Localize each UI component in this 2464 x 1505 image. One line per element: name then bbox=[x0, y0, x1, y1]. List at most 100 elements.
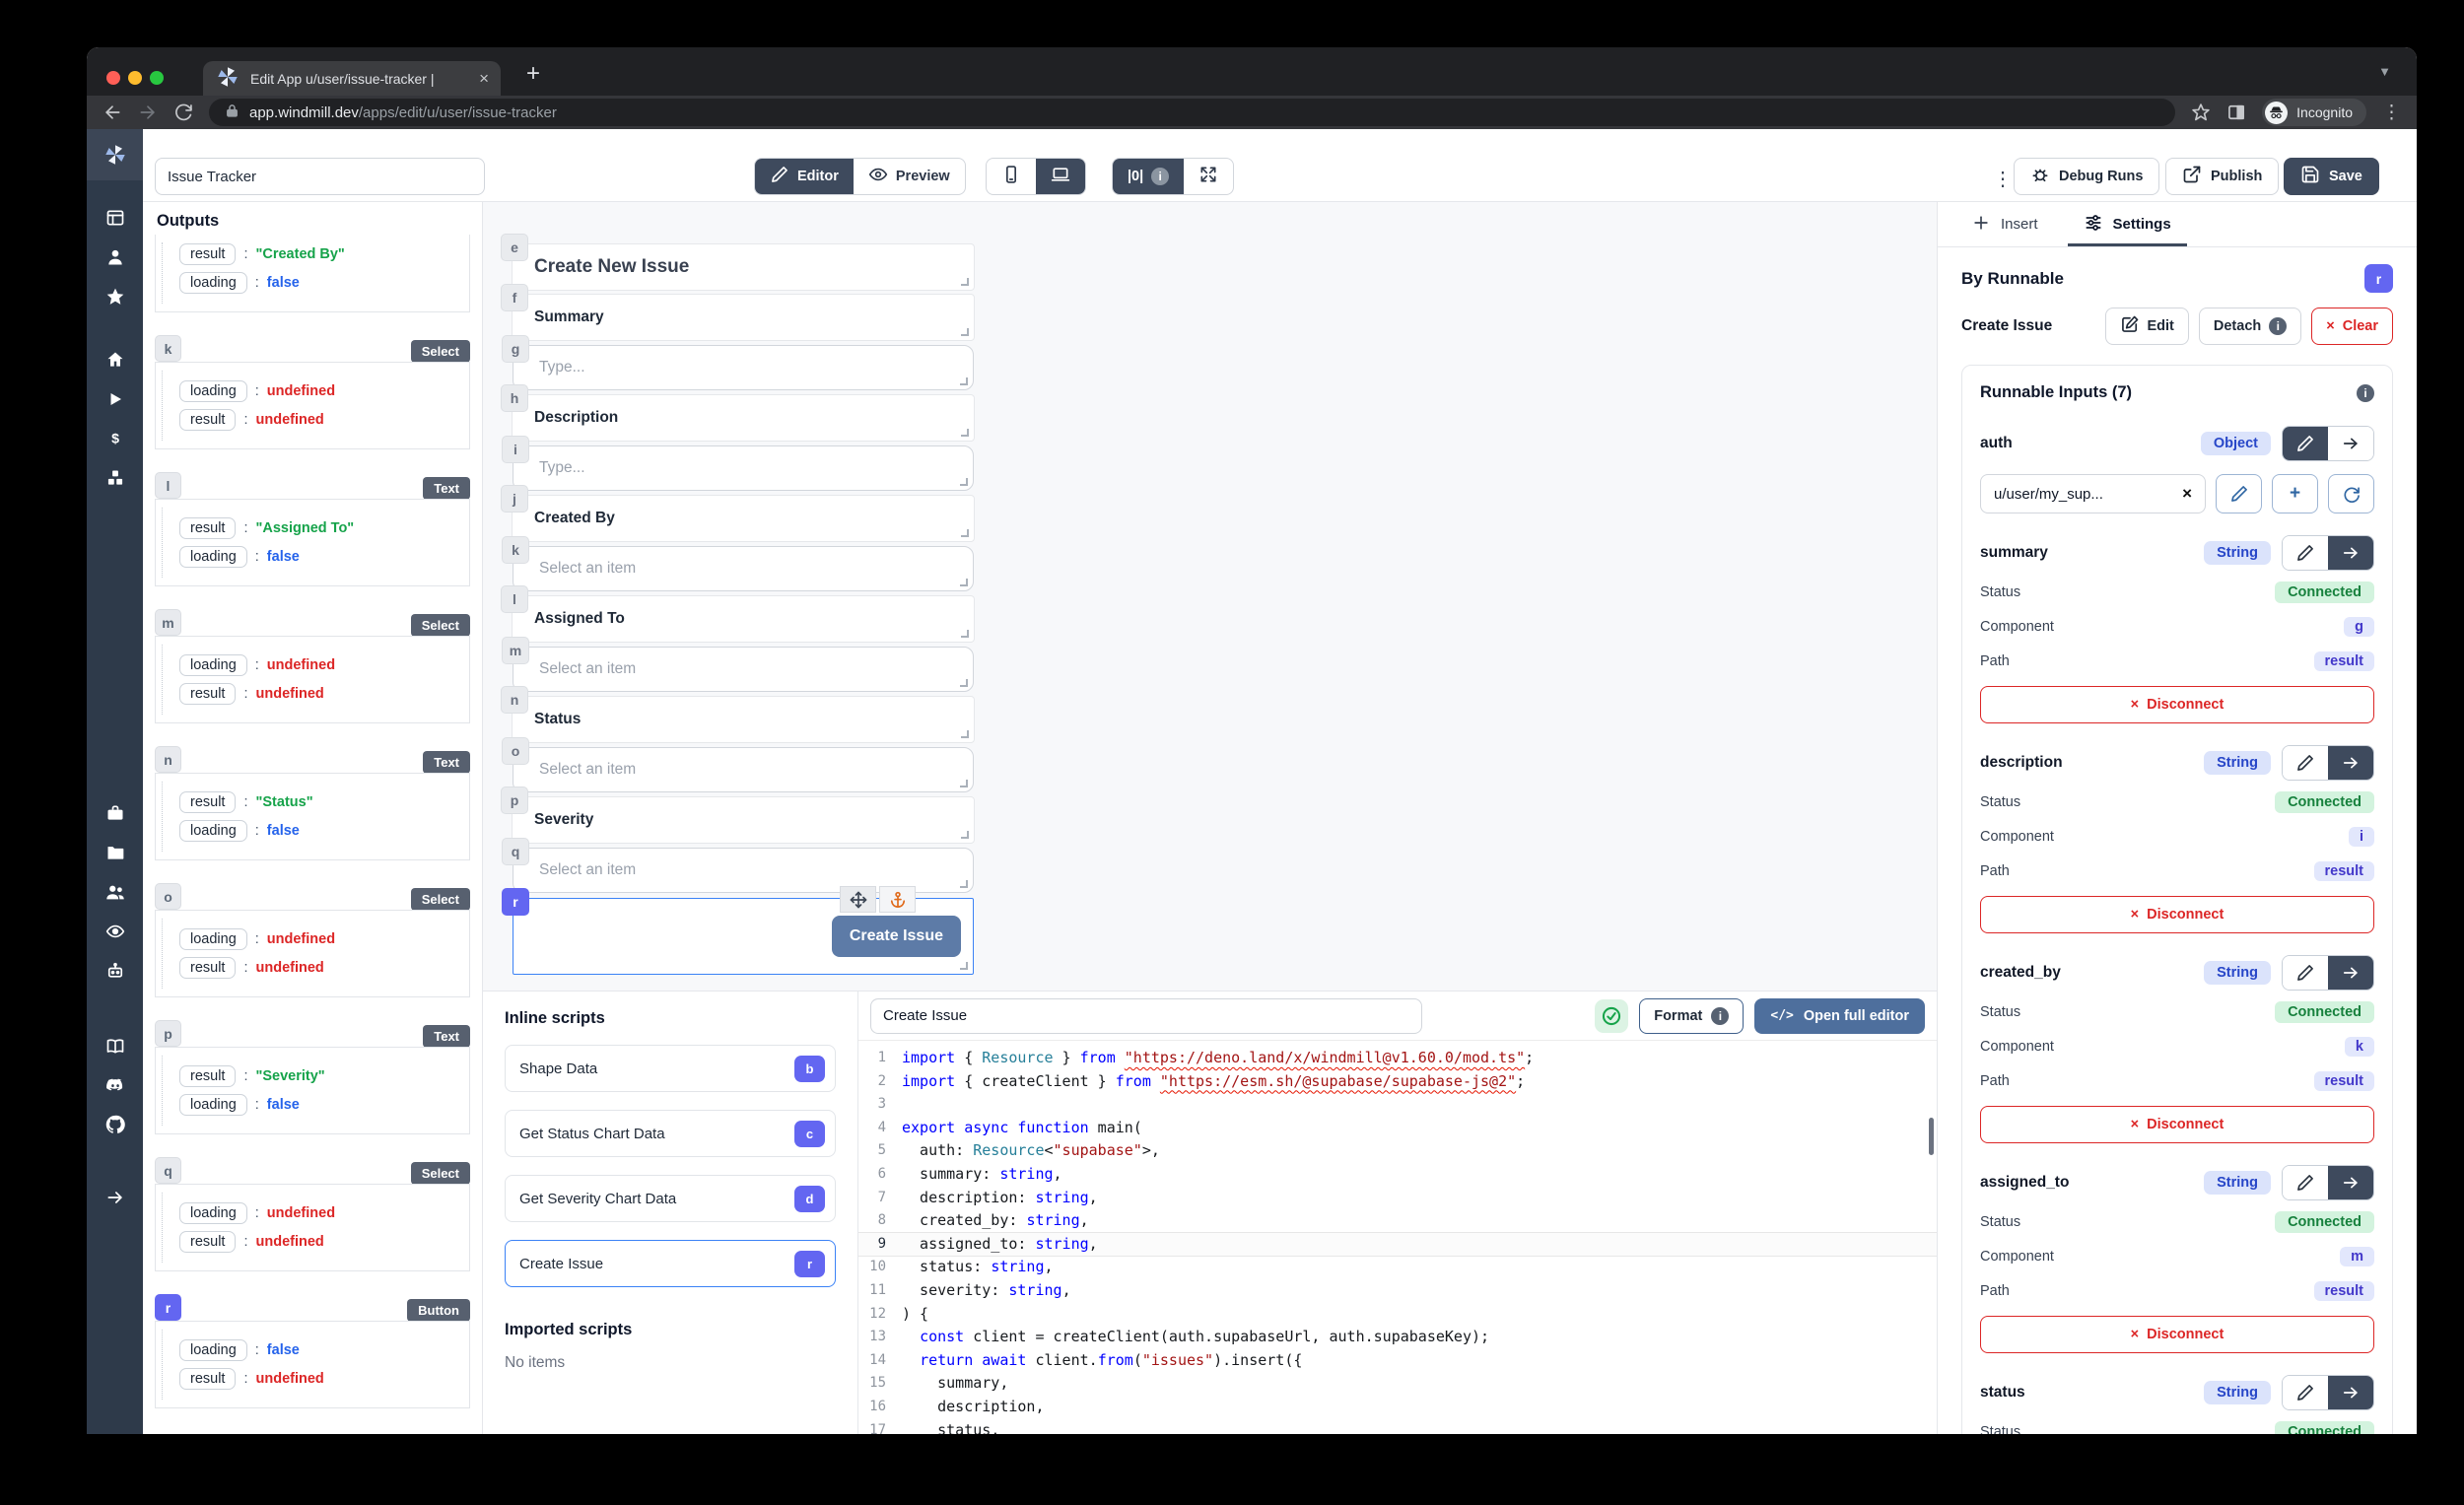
resize-handle[interactable] bbox=[961, 278, 969, 286]
clear-resource-icon[interactable]: × bbox=[2182, 484, 2192, 504]
static-mode-button[interactable] bbox=[2283, 956, 2328, 990]
sidebar-item-cubes-icon[interactable] bbox=[87, 458, 143, 498]
code-line[interactable]: 14 return await client.from("issues").in… bbox=[858, 1349, 1937, 1373]
connect-mode-button[interactable] bbox=[2328, 1376, 2373, 1409]
sidebar-item-play-icon[interactable] bbox=[87, 379, 143, 419]
output-row[interactable]: loading:undefined bbox=[179, 928, 457, 950]
more-options-icon[interactable]: ⋮ bbox=[1993, 167, 2013, 191]
output-row[interactable]: loading:false bbox=[179, 1094, 457, 1116]
connect-mode-button[interactable] bbox=[2328, 956, 2373, 990]
canvas-component-i-input[interactable]: iType... bbox=[513, 445, 974, 491]
static-mode-button[interactable] bbox=[2283, 536, 2328, 570]
inline-script-item[interactable]: Shape Datab bbox=[505, 1045, 836, 1092]
output-row[interactable]: result:"Created By" bbox=[179, 243, 457, 265]
connect-mode-button[interactable] bbox=[2328, 1166, 2373, 1199]
editor-scrollbar[interactable] bbox=[1929, 1118, 1934, 1155]
disconnect-button[interactable]: ×Disconnect bbox=[1980, 686, 2374, 723]
edit-button[interactable]: Edit bbox=[2105, 308, 2189, 345]
output-row[interactable]: result:"Status" bbox=[179, 791, 457, 813]
resize-handle[interactable] bbox=[960, 579, 968, 586]
canvas-component-r-button[interactable]: rCreate Issue bbox=[513, 898, 974, 975]
canvas-component-m-select[interactable]: mSelect an item bbox=[513, 647, 974, 692]
code-line[interactable]: 17 status, bbox=[858, 1419, 1937, 1435]
static-mode-button[interactable] bbox=[2283, 1166, 2328, 1199]
browser-tab[interactable]: Edit App u/user/issue-tracker | × bbox=[203, 61, 501, 96]
resize-handle[interactable] bbox=[961, 831, 969, 839]
sidebar-item-eye-icon[interactable] bbox=[87, 912, 143, 951]
code-line[interactable]: 15 summary, bbox=[858, 1372, 1937, 1396]
sidebar-item-robot-icon[interactable] bbox=[87, 951, 143, 991]
add-resource-button[interactable]: + bbox=[2272, 474, 2318, 513]
output-row[interactable]: result:undefined bbox=[179, 957, 457, 979]
code-line[interactable]: 2import { createClient } from "https://e… bbox=[858, 1070, 1937, 1094]
new-tab-button[interactable]: + bbox=[526, 60, 540, 88]
sidebar-item-star-icon[interactable] bbox=[87, 277, 143, 316]
output-row[interactable]: loading:undefined bbox=[179, 1202, 457, 1224]
code-line[interactable]: 7 description: string, bbox=[858, 1187, 1937, 1210]
disconnect-button[interactable]: ×Disconnect bbox=[1980, 1316, 2374, 1353]
detach-button[interactable]: Detach i bbox=[2199, 308, 2301, 345]
resize-handle[interactable] bbox=[960, 478, 968, 486]
output-row[interactable]: loading:false bbox=[179, 272, 457, 294]
tab-preview[interactable]: Preview bbox=[854, 159, 965, 194]
format-button[interactable]: Format i bbox=[1639, 998, 1744, 1034]
canvas-component-g-input[interactable]: gType... bbox=[513, 345, 974, 390]
connect-mode-button[interactable] bbox=[2328, 427, 2373, 460]
code-line[interactable]: 11 severity: string, bbox=[858, 1279, 1937, 1303]
anchor-icon[interactable] bbox=[879, 886, 916, 913]
resize-handle[interactable] bbox=[961, 529, 969, 537]
output-row[interactable]: loading:false bbox=[179, 820, 457, 842]
canvas-component-p-label[interactable]: pSeverity bbox=[513, 797, 974, 843]
sidebar-item-arrow-right-icon[interactable] bbox=[87, 1178, 143, 1217]
canvas-component-j-label[interactable]: jCreated By bbox=[513, 496, 974, 541]
resize-handle[interactable] bbox=[961, 730, 969, 738]
output-row[interactable]: result:"Severity" bbox=[179, 1065, 457, 1087]
inline-script-item[interactable]: Get Status Chart Datac bbox=[505, 1110, 836, 1157]
desktop-view-button[interactable] bbox=[1036, 159, 1085, 194]
edit-resource-button[interactable] bbox=[2216, 474, 2262, 513]
open-full-editor-button[interactable]: </> Open full editor bbox=[1754, 998, 1925, 1034]
output-row[interactable]: result:"Assigned To" bbox=[179, 517, 457, 539]
sidebar-item-book-icon[interactable] bbox=[87, 1026, 143, 1065]
resize-handle[interactable] bbox=[960, 962, 968, 970]
connect-mode-button[interactable] bbox=[2328, 746, 2373, 780]
canvas-component-n-label[interactable]: nStatus bbox=[513, 697, 974, 742]
canvas-component-k-select[interactable]: kSelect an item bbox=[513, 546, 974, 591]
resize-handle[interactable] bbox=[960, 377, 968, 385]
disconnect-button[interactable]: ×Disconnect bbox=[1980, 1106, 2374, 1143]
tab-search-chevron-icon[interactable]: ▼ bbox=[2378, 64, 2391, 79]
debug-runs-button[interactable]: Debug Runs bbox=[2014, 158, 2159, 195]
static-mode-button[interactable] bbox=[2283, 746, 2328, 780]
fullscreen-button[interactable] bbox=[1184, 159, 1233, 194]
outputs-panel-toggle[interactable]: |0| i bbox=[1113, 159, 1184, 194]
code-line[interactable]: 1import { Resource } from "https://deno.… bbox=[858, 1047, 1937, 1070]
code-line[interactable]: 13 const client = createClient(auth.supa… bbox=[858, 1326, 1937, 1349]
code-line[interactable]: 10 status: string, bbox=[858, 1256, 1937, 1279]
code-line[interactable]: 16 description, bbox=[858, 1396, 1937, 1419]
code-line[interactable]: 3 bbox=[858, 1093, 1937, 1117]
resize-handle[interactable] bbox=[961, 328, 969, 336]
code-line[interactable]: 9 assigned_to: string, bbox=[858, 1233, 1937, 1257]
output-row[interactable]: result:undefined bbox=[179, 683, 457, 705]
resize-handle[interactable] bbox=[960, 780, 968, 787]
sidebar-item-user-icon[interactable] bbox=[87, 238, 143, 277]
address-bar[interactable]: app.windmill.dev/apps/edit/u/user/issue-… bbox=[209, 99, 2175, 126]
inline-script-item[interactable]: Get Severity Chart Datad bbox=[505, 1175, 836, 1222]
code-line[interactable]: 5 auth: Resource<"supabase">, bbox=[858, 1139, 1937, 1163]
code-line[interactable]: 4export async function main( bbox=[858, 1117, 1937, 1140]
refresh-resource-button[interactable] bbox=[2328, 474, 2374, 513]
sidebar-item-home-icon[interactable] bbox=[87, 340, 143, 379]
sidebar-item-apps-icon[interactable] bbox=[87, 198, 143, 238]
script-name-input[interactable] bbox=[870, 998, 1422, 1034]
connect-mode-button[interactable] bbox=[2328, 536, 2373, 570]
create-issue-button[interactable]: Create Issue bbox=[832, 916, 961, 957]
code-line[interactable]: 8 created_by: string, bbox=[858, 1209, 1937, 1233]
static-mode-button[interactable] bbox=[2283, 1376, 2328, 1409]
sidebar-item-folder-icon[interactable] bbox=[87, 833, 143, 872]
tab-settings[interactable]: Settings bbox=[2084, 202, 2171, 246]
output-row[interactable]: loading:undefined bbox=[179, 380, 457, 402]
sidebar-item-dollar-icon[interactable]: $ bbox=[87, 419, 143, 458]
output-row[interactable]: loading:undefined bbox=[179, 654, 457, 676]
code-line[interactable]: 12) { bbox=[858, 1303, 1937, 1327]
back-icon[interactable] bbox=[103, 103, 122, 122]
